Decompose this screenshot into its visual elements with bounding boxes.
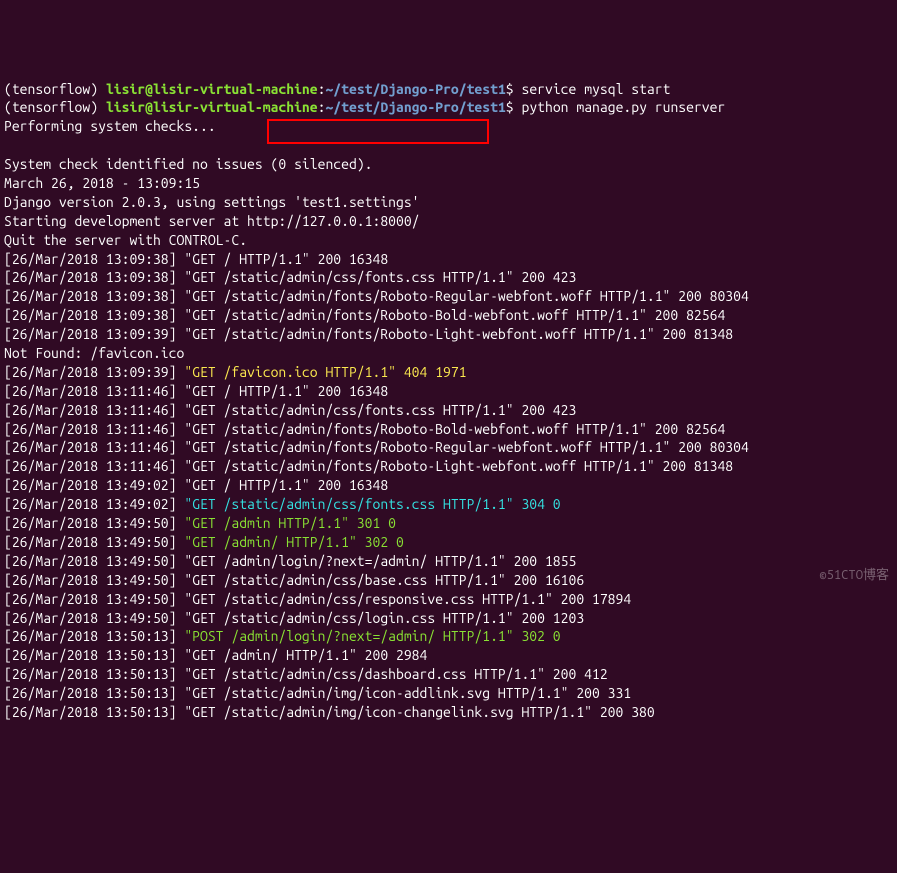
- user-host: lisir@lisir-virtual-machine: [106, 99, 318, 115]
- log-line-1: [26/Mar/2018 13:09:38] "GET /static/admi…: [4, 268, 893, 287]
- env-label: (tensorflow): [4, 81, 98, 97]
- version-line: Django version 2.0.3, using settings 'te…: [4, 193, 893, 212]
- log-message: "GET /admin/ HTTP/1.1" 200 2984: [176, 647, 427, 663]
- log-line-11: [26/Mar/2018 13:11:46] "GET /static/admi…: [4, 457, 893, 476]
- log-timestamp: [26/Mar/2018 13:09:39]: [4, 326, 176, 342]
- log-message: "GET / HTTP/1.1" 200 16348: [176, 251, 388, 267]
- command-1: python manage.py runserver: [521, 99, 725, 115]
- log-line-6: [26/Mar/2018 13:09:39] "GET /favicon.ico…: [4, 363, 893, 382]
- log-line-17: [26/Mar/2018 13:49:50] "GET /static/admi…: [4, 571, 893, 590]
- cwd-path: ~/test/Django-Pro/test1: [325, 81, 505, 97]
- log-timestamp: [26/Mar/2018 13:49:02]: [4, 477, 176, 493]
- log-message: "GET /static/admin/css/fonts.css HTTP/1.…: [176, 496, 560, 512]
- watermark: ©51CTO博客: [819, 567, 889, 585]
- log-timestamp: [26/Mar/2018 13:50:13]: [4, 628, 176, 644]
- log-line-15: [26/Mar/2018 13:49:50] "GET /admin/ HTTP…: [4, 533, 893, 552]
- log-message: "GET /admin HTTP/1.1" 301 0: [176, 515, 396, 531]
- log-timestamp: [26/Mar/2018 13:11:46]: [4, 383, 176, 399]
- log-line-16: [26/Mar/2018 13:49:50] "GET /admin/login…: [4, 552, 893, 571]
- log-message: "GET /static/admin/fonts/Roboto-Bold-web…: [176, 421, 725, 437]
- log-message: "GET /admin/ HTTP/1.1" 302 0: [176, 534, 403, 550]
- log-timestamp: [26/Mar/2018 13:11:46]: [4, 421, 176, 437]
- log-line-10: [26/Mar/2018 13:11:46] "GET /static/admi…: [4, 438, 893, 457]
- log-message: "GET /static/admin/img/icon-changelink.s…: [176, 704, 654, 720]
- log-message: "GET /static/admin/css/fonts.css HTTP/1.…: [176, 402, 576, 418]
- log-message: "GET /admin/login/?next=/admin/ HTTP/1.1…: [176, 553, 576, 569]
- log-timestamp: [26/Mar/2018 13:11:46]: [4, 402, 176, 418]
- blank-line: [4, 136, 893, 155]
- log-timestamp: [26/Mar/2018 13:49:50]: [4, 610, 176, 626]
- log-timestamp: [26/Mar/2018 13:49:50]: [4, 553, 176, 569]
- log-message: "GET /static/admin/fonts/Roboto-Regular-…: [176, 439, 748, 455]
- log-line-22: [26/Mar/2018 13:50:13] "GET /static/admi…: [4, 665, 893, 684]
- log-line-0: [26/Mar/2018 13:09:38] "GET / HTTP/1.1" …: [4, 250, 893, 269]
- log-timestamp: [26/Mar/2018 13:11:46]: [4, 458, 176, 474]
- log-message: "POST /admin/login/?next=/admin/ HTTP/1.…: [176, 628, 560, 644]
- log-timestamp: [26/Mar/2018 13:09:38]: [4, 269, 176, 285]
- server-url: http://127.0.0.1:8000/: [247, 213, 419, 229]
- env-label: (tensorflow): [4, 99, 98, 115]
- log-line-21: [26/Mar/2018 13:50:13] "GET /admin/ HTTP…: [4, 646, 893, 665]
- terminal-output[interactable]: (tensorflow) lisir@lisir-virtual-machine…: [4, 80, 893, 722]
- log-message: "GET /favicon.ico HTTP/1.1" 404 1971: [176, 364, 466, 380]
- log-timestamp: [26/Mar/2018 13:49:50]: [4, 591, 176, 607]
- log-line-12: [26/Mar/2018 13:49:02] "GET / HTTP/1.1" …: [4, 476, 893, 495]
- log-timestamp: [26/Mar/2018 13:49:50]: [4, 572, 176, 588]
- starting-server: Starting development server at http://12…: [4, 212, 893, 231]
- system-check: System check identified no issues (0 sil…: [4, 155, 893, 174]
- log-message: "GET /static/admin/css/fonts.css HTTP/1.…: [176, 269, 576, 285]
- log-line-8: [26/Mar/2018 13:11:46] "GET /static/admi…: [4, 401, 893, 420]
- log-message: "GET /static/admin/fonts/Roboto-Bold-web…: [176, 307, 725, 323]
- log-timestamp: [26/Mar/2018 13:09:38]: [4, 307, 176, 323]
- log-line-9: [26/Mar/2018 13:11:46] "GET /static/admi…: [4, 420, 893, 439]
- prompt-line-1: (tensorflow) lisir@lisir-virtual-machine…: [4, 98, 893, 117]
- performing-checks: Performing system checks...: [4, 117, 893, 136]
- cwd-path: ~/test/Django-Pro/test1: [325, 99, 505, 115]
- log-timestamp: [26/Mar/2018 13:49:50]: [4, 515, 176, 531]
- log-message: "GET /static/admin/css/responsive.css HT…: [176, 591, 631, 607]
- log-message: "GET /static/admin/fonts/Roboto-Light-we…: [176, 458, 733, 474]
- log-timestamp: [26/Mar/2018 13:09:38]: [4, 288, 176, 304]
- log-timestamp: [26/Mar/2018 13:49:02]: [4, 496, 176, 512]
- prompt-line-0: (tensorflow) lisir@lisir-virtual-machine…: [4, 80, 893, 99]
- log-line-20: [26/Mar/2018 13:50:13] "POST /admin/logi…: [4, 627, 893, 646]
- log-line-5: Not Found: /favicon.ico: [4, 344, 893, 363]
- log-line-13: [26/Mar/2018 13:49:02] "GET /static/admi…: [4, 495, 893, 514]
- log-line-23: [26/Mar/2018 13:50:13] "GET /static/admi…: [4, 684, 893, 703]
- user-host: lisir@lisir-virtual-machine: [106, 81, 318, 97]
- log-timestamp: [26/Mar/2018 13:11:46]: [4, 439, 176, 455]
- log-timestamp: [26/Mar/2018 13:50:13]: [4, 666, 176, 682]
- log-line-14: [26/Mar/2018 13:49:50] "GET /admin HTTP/…: [4, 514, 893, 533]
- command-0: service mysql start: [521, 81, 670, 97]
- log-message: "GET /static/admin/css/dashboard.css HTT…: [176, 666, 607, 682]
- log-line-7: [26/Mar/2018 13:11:46] "GET / HTTP/1.1" …: [4, 382, 893, 401]
- log-message: "GET /static/admin/css/base.css HTTP/1.1…: [176, 572, 584, 588]
- log-line-4: [26/Mar/2018 13:09:39] "GET /static/admi…: [4, 325, 893, 344]
- log-line-18: [26/Mar/2018 13:49:50] "GET /static/admi…: [4, 590, 893, 609]
- log-timestamp: [26/Mar/2018 13:50:13]: [4, 647, 176, 663]
- log-message: "GET / HTTP/1.1" 200 16348: [176, 383, 388, 399]
- log-line-24: [26/Mar/2018 13:50:13] "GET /static/admi…: [4, 703, 893, 722]
- log-line-2: [26/Mar/2018 13:09:38] "GET /static/admi…: [4, 287, 893, 306]
- log-message: "GET /static/admin/fonts/Roboto-Regular-…: [176, 288, 748, 304]
- log-timestamp: [26/Mar/2018 13:09:39]: [4, 364, 176, 380]
- date-line: March 26, 2018 - 13:09:15: [4, 174, 893, 193]
- log-line-19: [26/Mar/2018 13:49:50] "GET /static/admi…: [4, 609, 893, 628]
- log-message: "GET / HTTP/1.1" 200 16348: [176, 477, 388, 493]
- log-timestamp: [26/Mar/2018 13:50:13]: [4, 685, 176, 701]
- log-timestamp: [26/Mar/2018 13:09:38]: [4, 251, 176, 267]
- log-timestamp: [26/Mar/2018 13:49:50]: [4, 534, 176, 550]
- quit-line: Quit the server with CONTROL-C.: [4, 231, 893, 250]
- log-message: "GET /static/admin/fonts/Roboto-Light-we…: [176, 326, 733, 342]
- log-message: "GET /static/admin/img/icon-addlink.svg …: [176, 685, 631, 701]
- log-message: "GET /static/admin/css/login.css HTTP/1.…: [176, 610, 584, 626]
- log-line-3: [26/Mar/2018 13:09:38] "GET /static/admi…: [4, 306, 893, 325]
- log-timestamp: [26/Mar/2018 13:50:13]: [4, 704, 176, 720]
